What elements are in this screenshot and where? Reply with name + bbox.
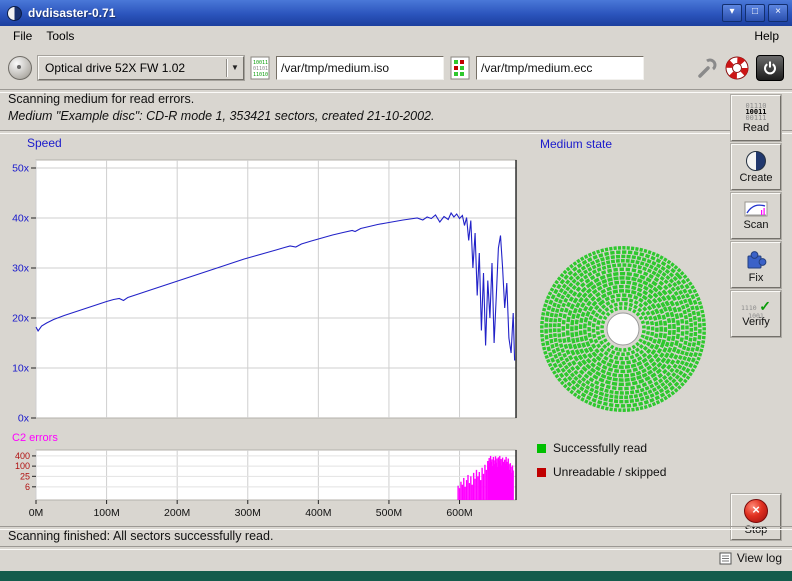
speed-and-c2-charts: 50x 40x 30x 20x 10x 0x 0M 100M 200M 300M 400M 500M 6…: [0, 135, 532, 527]
stop-x-icon: ×: [744, 499, 768, 523]
status-separator: [0, 130, 792, 134]
menu-help[interactable]: Help: [747, 27, 786, 45]
create-button[interactable]: Create: [731, 144, 781, 190]
scan-result-text: Scanning finished: All sectors successfu…: [8, 529, 273, 543]
ecc-path-input[interactable]: [476, 56, 644, 80]
svg-text:25: 25: [20, 471, 30, 481]
view-log-label: View log: [737, 551, 782, 565]
statusbar-separator: [0, 546, 792, 550]
medium-state-disc: [538, 244, 708, 414]
svg-text:10x: 10x: [12, 363, 30, 375]
app-icon: [7, 6, 22, 21]
svg-text:400M: 400M: [305, 507, 331, 519]
svg-text:0M: 0M: [29, 507, 44, 519]
svg-text:Speed: Speed: [27, 136, 62, 150]
stop-button[interactable]: × Stop: [731, 494, 781, 540]
svg-text:200M: 200M: [164, 507, 190, 519]
menu-tools[interactable]: Tools: [39, 27, 81, 45]
read-bits-icon: 01110 10011 00111: [745, 103, 766, 121]
legend-label-unreadable: Unreadable / skipped: [553, 465, 666, 479]
yin-yang-icon: [746, 151, 766, 171]
svg-text:100M: 100M: [93, 507, 119, 519]
read-button-label: Read: [743, 122, 769, 134]
drive-selector[interactable]: Optical drive 52X FW 1.02 ▼: [38, 56, 244, 80]
view-log-button[interactable]: View log: [719, 551, 782, 565]
svg-text:11010: 11010: [253, 72, 268, 78]
minimize-button-icon[interactable]: ▾: [722, 4, 742, 22]
svg-text:6: 6: [25, 482, 30, 492]
svg-text:600M: 600M: [446, 507, 472, 519]
svg-text:20x: 20x: [12, 313, 30, 325]
svg-text:30x: 30x: [12, 263, 30, 275]
svg-text:C2 errors: C2 errors: [12, 432, 58, 444]
verify-button[interactable]: 1110 1001 ✓ Verify: [731, 291, 781, 337]
desktop-taskbar-strip: [0, 571, 792, 581]
svg-text:40x: 40x: [12, 213, 30, 225]
legend-item-unreadable: Unreadable / skipped: [537, 465, 666, 479]
iso-image-icon: 10011 01101 11010: [250, 56, 270, 80]
preferences-wrench-icon[interactable]: [696, 57, 718, 79]
titlebar: dvdisaster-0.71 ▾ □ ×: [0, 0, 792, 26]
drive-eject-icon[interactable]: [8, 56, 32, 80]
quit-power-button[interactable]: [756, 55, 784, 81]
status-line-2: Medium "Example disc": CD-R mode 1, 3534…: [8, 109, 434, 123]
lifebuoy-logo-icon[interactable]: [724, 55, 750, 81]
scan-button[interactable]: Scan: [731, 193, 781, 239]
create-button-label: Create: [739, 172, 772, 184]
legend-swatch-success: [537, 444, 546, 453]
verify-check-icon: 1110 1001 ✓: [741, 301, 771, 315]
power-icon: [761, 59, 779, 77]
legend-swatch-unreadable: [537, 468, 546, 477]
svg-text:50x: 50x: [12, 163, 30, 175]
close-button-icon[interactable]: ×: [768, 4, 788, 22]
scan-button-label: Scan: [743, 219, 768, 231]
ecc-file-icon: [450, 56, 470, 80]
fix-button[interactable]: Fix: [731, 242, 781, 288]
menubar: File Tools Help: [0, 26, 792, 46]
toolbar: Optical drive 52X FW 1.02 ▼ 10011 01101 …: [0, 46, 792, 89]
drive-selector-value: Optical drive 52X FW 1.02: [39, 61, 226, 75]
puzzle-piece-icon: [743, 247, 769, 271]
menu-file[interactable]: File: [6, 27, 39, 45]
svg-text:0x: 0x: [18, 413, 30, 425]
chevron-down-icon: ▼: [227, 63, 243, 72]
svg-text:500M: 500M: [376, 507, 402, 519]
fix-button-label: Fix: [749, 272, 764, 284]
medium-state-legend: Successfully read Unreadable / skipped: [537, 441, 666, 489]
legend-item-success: Successfully read: [537, 441, 666, 455]
svg-text:400: 400: [15, 451, 30, 461]
iso-path-input[interactable]: [276, 56, 444, 80]
log-document-icon: [719, 552, 732, 565]
maximize-button-icon[interactable]: □: [745, 4, 765, 22]
svg-text:300M: 300M: [235, 507, 261, 519]
svg-text:100: 100: [15, 461, 30, 471]
scan-chart-icon: [744, 201, 768, 218]
window-title: dvdisaster-0.71: [28, 6, 722, 20]
legend-label-success: Successfully read: [553, 441, 647, 455]
read-button[interactable]: 01110 10011 00111 Read: [731, 95, 781, 141]
medium-state-title: Medium state: [540, 137, 612, 151]
status-line-1: Scanning medium for read errors.: [8, 92, 194, 106]
